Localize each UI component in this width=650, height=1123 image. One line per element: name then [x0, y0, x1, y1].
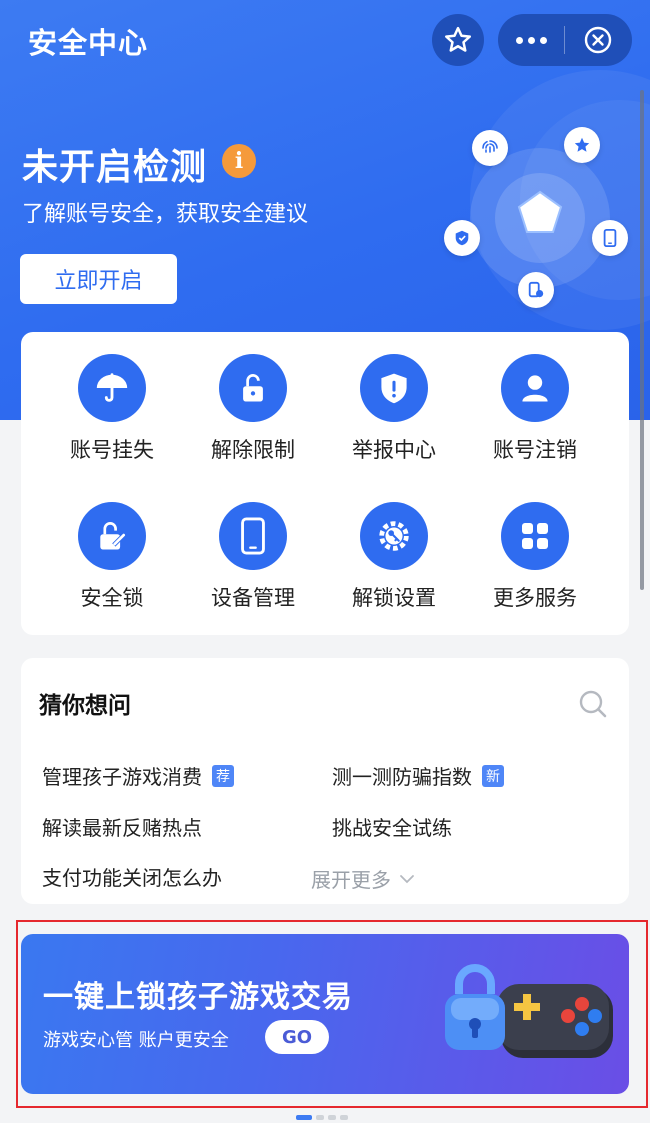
- page-title: 安全中心: [28, 26, 149, 60]
- service-remove-restriction[interactable]: 解除限制: [183, 354, 323, 464]
- close-circle-icon: [584, 26, 612, 54]
- phone-icon: [592, 220, 628, 256]
- phone-icon: [219, 502, 287, 570]
- edit-lock-icon: [78, 502, 146, 570]
- faq-item-text: 支付功能关闭怎么办: [42, 866, 222, 890]
- new-badge: 新: [482, 764, 504, 787]
- faq-item-text: 解读最新反赌热点: [42, 816, 202, 840]
- shield-alert-icon: [360, 354, 428, 422]
- game-controller-lock-icon: [445, 964, 613, 1058]
- scrollbar[interactable]: [640, 90, 644, 590]
- device-lock-icon: [518, 272, 554, 308]
- go-button[interactable]: GO: [265, 1020, 329, 1054]
- detection-status: 未开启检测: [22, 147, 208, 188]
- service-more[interactable]: 更多服务: [465, 502, 605, 612]
- service-device-management[interactable]: 设备管理: [183, 502, 323, 612]
- service-report-center[interactable]: 举报中心: [324, 354, 464, 464]
- faq-title: 猜你想问: [39, 693, 131, 719]
- fingerprint-icon: [472, 130, 508, 166]
- service-label: 解除限制: [211, 438, 295, 462]
- search-icon[interactable]: [577, 688, 609, 724]
- service-account-cancel[interactable]: 账号注销: [465, 354, 605, 464]
- faq-item-text: 挑战安全试练: [332, 816, 452, 840]
- faq-item[interactable]: 测一测防骗指数 新: [332, 761, 504, 790]
- close-button[interactable]: [565, 25, 631, 55]
- banner-subtitle: 游戏安心管 账户更安全: [43, 1030, 229, 1051]
- service-label: 设备管理: [211, 586, 295, 610]
- faq-item-text: 管理孩子游戏消费: [42, 765, 202, 789]
- faq-item[interactable]: 解读最新反赌热点: [42, 812, 202, 841]
- faq-item[interactable]: 管理孩子游戏消费 荐: [42, 761, 234, 790]
- faq-item[interactable]: 支付功能关闭怎么办: [42, 862, 222, 891]
- service-label: 解锁设置: [352, 586, 436, 610]
- page-dot: [328, 1115, 336, 1120]
- service-label: 举报中心: [352, 438, 436, 462]
- promo-banner[interactable]: 一键上锁孩子游戏交易 游戏安心管 账户更安全 GO: [21, 934, 629, 1094]
- service-label: 账号挂失: [70, 438, 154, 462]
- chevron-down-icon: [400, 874, 414, 883]
- grid-icon: [501, 502, 569, 570]
- service-security-lock[interactable]: 安全锁: [42, 502, 182, 612]
- service-account-report-loss[interactable]: 账号挂失: [42, 354, 182, 464]
- info-icon[interactable]: i: [222, 144, 256, 178]
- banner-title: 一键上锁孩子游戏交易: [43, 980, 353, 1015]
- mini-program-capsule: [498, 14, 632, 66]
- more-dots-icon[interactable]: [498, 36, 564, 44]
- pentagon-icon: [517, 190, 563, 233]
- faq-item-text: 测一测防骗指数: [332, 765, 472, 789]
- gear-key-icon: [360, 502, 428, 570]
- unlock-icon: [219, 354, 287, 422]
- favorite-button[interactable]: [432, 14, 484, 66]
- enable-detection-button[interactable]: 立即开启: [20, 254, 177, 304]
- expand-more-button[interactable]: 展开更多: [311, 864, 415, 893]
- recommended-badge: 荐: [212, 764, 234, 787]
- services-card: 账号挂失 解除限制 举报中心 账号注销 安全锁 设备管理 解锁设置 更多服务: [21, 332, 629, 635]
- service-label: 更多服务: [493, 586, 577, 610]
- user-icon: [501, 354, 569, 422]
- star-outline-icon: [444, 26, 471, 52]
- service-unlock-settings[interactable]: 解锁设置: [324, 502, 464, 612]
- page-dot: [340, 1115, 348, 1120]
- page-dot-active: [296, 1115, 312, 1120]
- security-radar: [440, 118, 640, 318]
- service-label: 安全锁: [80, 586, 144, 610]
- page-indicator: [296, 1115, 348, 1120]
- umbrella-icon: [78, 354, 146, 422]
- star-icon: [564, 127, 600, 163]
- detection-subtitle: 了解账号安全，获取安全建议: [22, 202, 309, 227]
- page-dot: [316, 1115, 324, 1120]
- shield-icon: [444, 220, 480, 256]
- expand-more-label: 展开更多: [311, 868, 391, 892]
- faq-item[interactable]: 挑战安全试练: [332, 812, 452, 841]
- service-label: 账号注销: [493, 438, 577, 462]
